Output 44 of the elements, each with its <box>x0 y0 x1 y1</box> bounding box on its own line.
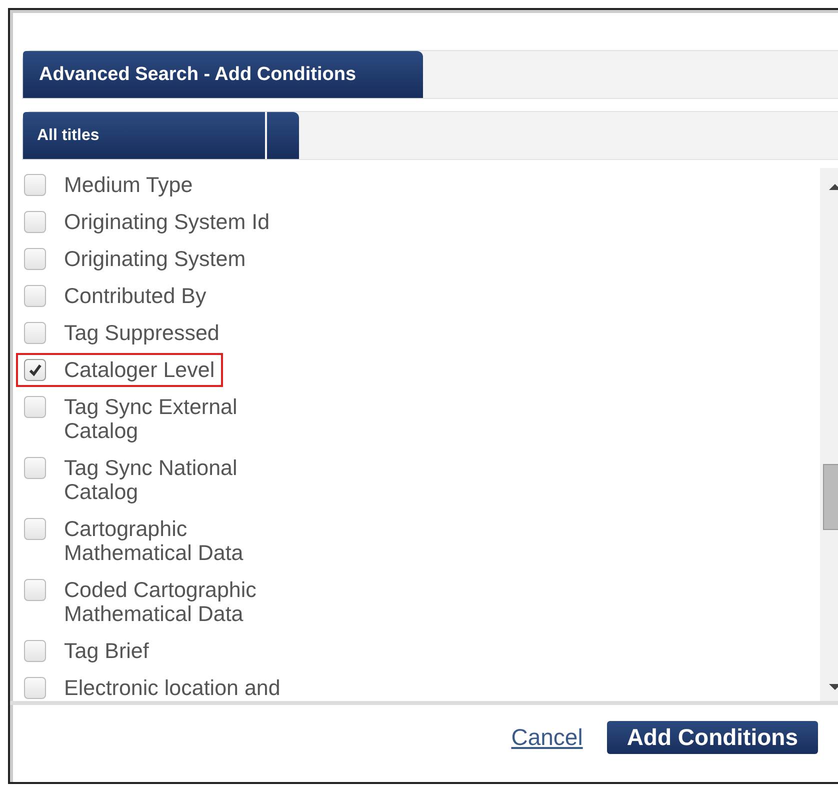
checkbox-row[interactable]: Originating System Id <box>16 205 278 239</box>
checkbox-row[interactable]: Contributed By <box>16 279 214 313</box>
checkbox-row[interactable]: Tag Suppressed <box>16 316 228 350</box>
cancel-link[interactable]: Cancel <box>511 724 583 751</box>
field-label: Medium Type <box>64 173 193 197</box>
field-label: Coded Cartographic Mathematical Data <box>64 578 258 626</box>
field-label: Tag Brief <box>64 639 149 663</box>
tab-handle[interactable] <box>267 112 299 159</box>
checkbox-row[interactable]: Tag Sync National Catalog <box>16 451 304 509</box>
checkbox[interactable] <box>24 211 46 233</box>
field-label: Cataloger Level <box>64 358 215 382</box>
scroll-up-icon[interactable] <box>829 183 838 191</box>
highlighted-row[interactable]: Cataloger Level <box>16 353 223 387</box>
checkbox-row[interactable]: Originating System <box>16 242 254 276</box>
field-label: Contributed By <box>64 284 206 308</box>
checkbox[interactable] <box>24 174 46 196</box>
field-label: Electronic location and <box>64 676 280 700</box>
checkbox[interactable] <box>24 579 46 601</box>
checkbox[interactable] <box>24 285 46 307</box>
field-label: Tag Suppressed <box>64 321 220 345</box>
field-label: Cartographic Mathematical Data <box>64 517 244 565</box>
add-conditions-button[interactable]: Add Conditions <box>606 721 818 754</box>
checkbox-row[interactable]: Electronic location and <box>16 671 288 701</box>
field-label: Originating System <box>64 247 246 271</box>
checkbox[interactable] <box>24 518 46 540</box>
checkbox-row[interactable]: Medium Type <box>16 168 201 202</box>
checkbox[interactable] <box>24 396 46 418</box>
checkbox[interactable] <box>24 677 46 699</box>
field-label: Tag Sync National Catalog <box>64 456 238 504</box>
checkbox-row[interactable]: Coded Cartographic Mathematical Data <box>16 573 304 631</box>
field-label: Originating System Id <box>64 210 270 234</box>
checkbox[interactable] <box>24 248 46 270</box>
checkbox[interactable] <box>24 640 46 662</box>
scroll-down-icon[interactable] <box>829 683 838 691</box>
checkbox[interactable] <box>24 457 46 479</box>
checkbox[interactable] <box>24 359 46 381</box>
field-label: Tag Sync External Catalog <box>64 395 238 443</box>
checkbox[interactable] <box>24 322 46 344</box>
checkbox-row[interactable]: Tag Sync External Catalog <box>16 390 304 448</box>
checkbox-row[interactable]: Tag Brief <box>16 634 157 668</box>
tab[interactable]: All titles <box>23 112 265 159</box>
checkbox-row[interactable]: Cartographic Mathematical Data <box>16 512 304 570</box>
checkmark-icon <box>28 363 42 377</box>
dialog-title: Advanced Search - Add Conditions <box>23 51 423 98</box>
